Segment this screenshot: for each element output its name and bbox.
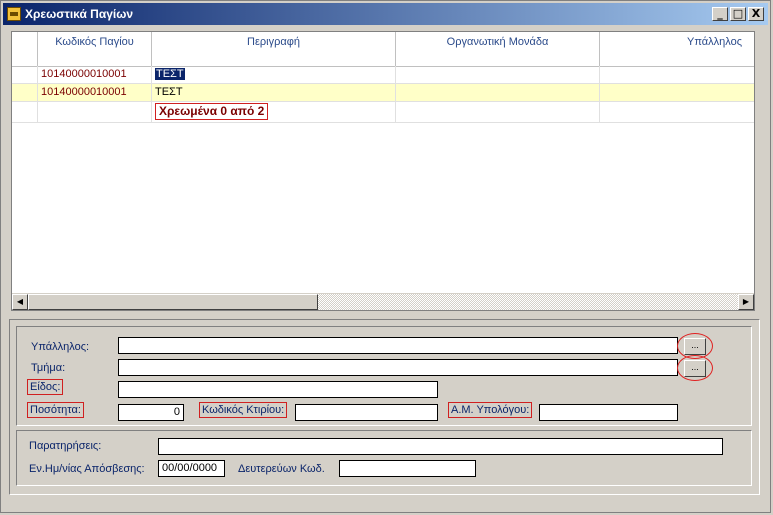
employee-cell[interactable] [600,84,754,101]
description-cell[interactable]: ΤΕΣΤ [152,66,396,83]
type-field[interactable] [118,381,438,398]
scroll-left-icon[interactable]: ◀ [12,294,28,310]
column-header-indicator[interactable] [12,32,38,66]
department-browse-annotation [677,355,713,381]
assignment-group: Υπάλληλος: ... Τμήμα: ... Είδος: Ποσότητ… [16,326,752,426]
type-label: Είδος: [27,379,64,395]
org-unit-cell[interactable] [396,84,600,101]
scroll-track[interactable] [318,294,738,310]
summary-indicator-cell [12,102,38,122]
table-row[interactable]: 10140000010001 ΤΕΣΤ [12,84,754,102]
column-header-asset-code[interactable]: Κωδικός Παγίου [38,32,152,66]
depreciation-date-label: Εν.Ημ/νίας Απόσβεσης: [29,463,145,475]
summary-row: Χρεωμένα 0 από 2 [12,102,754,123]
column-header-org-unit[interactable]: Οργανωτική Μονάδα [396,32,600,66]
maximize-button[interactable]: □ [730,7,746,21]
summary-org-cell [396,102,600,122]
details-frame: Υπάλληλος: ... Τμήμα: ... Είδος: Ποσότητ… [9,319,760,495]
department-field[interactable] [118,359,678,376]
secondary-code-label: Δευτερεύων Κωδ. [238,463,325,475]
employee-label: Υπάλληλος: [31,341,90,353]
scroll-right-icon[interactable]: ▶ [738,294,754,310]
employee-field[interactable] [118,337,678,354]
account-id-label: Α.Μ. Υπολόγου: [448,402,533,418]
row-indicator[interactable] [12,66,38,83]
assets-grid[interactable]: Κωδικός Παγίου Περιγραφή Οργανωτική Μονά… [11,31,755,311]
quantity-label: Ποσότητα: [27,402,84,418]
table-row[interactable]: 10140000010001 ΤΕΣΤ [12,66,754,84]
close-button[interactable]: X [748,7,764,21]
asset-code-cell[interactable]: 10140000010001 [38,66,152,83]
row-indicator[interactable] [12,84,38,101]
department-label: Τμήμα: [31,362,66,374]
grid-header: Κωδικός Παγίου Περιγραφή Οργανωτική Μονά… [12,32,754,67]
horizontal-scrollbar[interactable]: ◀ ▶ [12,293,754,310]
summary-employee-cell [600,102,754,122]
window: Χρεωστικά Παγίων _ □ X Κωδικός Παγίου Πε… [0,0,771,513]
summary-code-cell [38,102,152,122]
title-bar: Χρεωστικά Παγίων _ □ X [3,3,768,25]
notes-group: Παρατηρήσεις: Εν.Ημ/νίας Απόσβεσης: 00/0… [16,430,752,486]
app-icon [7,7,21,21]
window-title: Χρεωστικά Παγίων [25,7,134,21]
description-selected-text[interactable]: ΤΕΣΤ [155,68,185,80]
org-unit-cell[interactable] [396,66,600,83]
employee-cell[interactable] [600,66,754,83]
column-header-description[interactable]: Περιγραφή [152,32,396,66]
minimize-button[interactable]: _ [712,7,728,21]
notes-label: Παρατηρήσεις: [29,440,102,452]
column-header-employee[interactable]: Υπάλληλος [600,32,754,66]
secondary-code-field[interactable] [339,460,476,477]
building-code-field[interactable] [295,404,438,421]
depreciation-date-field[interactable]: 00/00/0000 [158,460,225,477]
scroll-thumb[interactable] [28,294,318,310]
summary-cell: Χρεωμένα 0 από 2 [152,102,396,122]
account-id-field[interactable] [539,404,678,421]
description-cell[interactable]: ΤΕΣΤ [152,84,396,101]
charged-count-badge: Χρεωμένα 0 από 2 [155,103,269,120]
asset-code-cell[interactable]: 10140000010001 [38,84,152,101]
quantity-field[interactable]: 0 [118,404,184,421]
notes-field[interactable] [158,438,723,455]
building-code-label: Κωδικός Κτιρίου: [199,402,288,418]
